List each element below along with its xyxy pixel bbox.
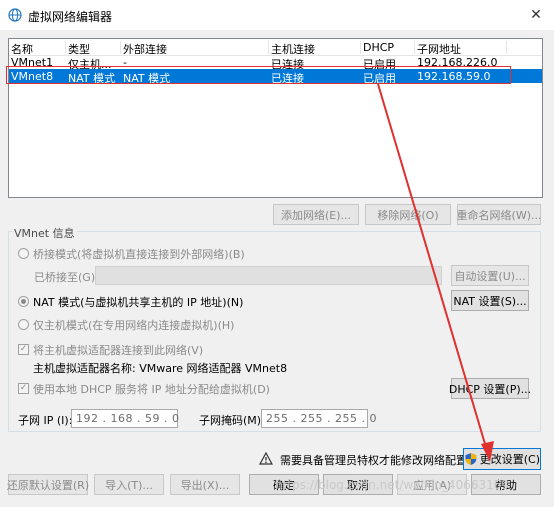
- remove-network-button[interactable]: 移除网络(O): [365, 204, 451, 225]
- auto-settings-button[interactable]: 自动设置(U)...: [451, 265, 529, 286]
- export-button[interactable]: 导出(X)...: [170, 474, 240, 495]
- warning-icon: [259, 452, 273, 465]
- nat-radio[interactable]: [18, 296, 29, 307]
- subnet-ip-label: 子网 IP (I):: [18, 414, 73, 427]
- dhcp-settings-button[interactable]: DHCP 设置(P)...: [449, 378, 531, 399]
- admin-notice-text: 需要具备管理员特权才能修改网络配置。: [280, 454, 478, 467]
- window-title: 虚拟网络编辑器: [28, 10, 113, 24]
- close-icon: ✕: [530, 7, 542, 23]
- column-header-name[interactable]: 名称: [9, 41, 66, 54]
- close-button[interactable]: ✕: [518, 0, 554, 30]
- network-list[interactable]: 名称 类型 外部连接 主机连接 DHCP 子网地址 VMnet1 仅主机... …: [8, 38, 543, 198]
- column-header-subnet[interactable]: 子网地址: [415, 41, 507, 54]
- list-header: 名称 类型 外部连接 主机连接 DHCP 子网地址: [9, 39, 542, 56]
- adapter-name-text: 主机虚拟适配器名称: VMware 网络适配器 VMnet8: [33, 362, 288, 375]
- column-header-external[interactable]: 外部连接: [121, 41, 269, 54]
- connect-adapter-label: 将主机虚拟适配器连接到此网络(V): [33, 344, 204, 357]
- vmnet-info-label: VMnet 信息: [12, 225, 77, 241]
- change-settings-label: 更改设置(C): [479, 453, 540, 466]
- column-header-type[interactable]: 类型: [66, 41, 121, 54]
- watermark-text: https://blog.csdn.net/weixin_40663163: [275, 478, 510, 492]
- import-button[interactable]: 导入(T)...: [94, 474, 164, 495]
- annotation-highlight-box: [6, 66, 511, 84]
- dhcp-checkbox[interactable]: ✓: [18, 383, 29, 394]
- change-settings-button[interactable]: 更改设置(C): [463, 448, 541, 470]
- network-globe-icon: [8, 8, 22, 22]
- subnet-ip-input[interactable]: 192 . 168 . 59 . 0: [71, 409, 179, 428]
- add-network-button[interactable]: 添加网络(E)...: [273, 204, 359, 225]
- bridged-to-label: 已桥接至(G):: [34, 271, 99, 284]
- restore-defaults-button[interactable]: 还原默认设置(R): [7, 474, 89, 495]
- subnet-mask-label: 子网掩码(M):: [199, 414, 265, 427]
- column-header-dhcp[interactable]: DHCP: [361, 41, 415, 54]
- subnet-mask-input[interactable]: 255 . 255 . 255 . 0: [261, 409, 376, 428]
- connect-adapter-checkbox[interactable]: ✓: [18, 344, 29, 355]
- bridged-radio[interactable]: [18, 248, 29, 259]
- hostonly-label: 仅主机模式(在专用网络内连接虚拟机)(H): [33, 319, 235, 332]
- bridged-to-select[interactable]: [95, 266, 442, 285]
- nat-label: NAT 模式(与虚拟机共享主机的 IP 地址)(N): [33, 296, 244, 309]
- column-header-host[interactable]: 主机连接: [269, 41, 361, 54]
- bridged-label: 桥接模式(将虚拟机直接连接到外部网络)(B): [33, 248, 245, 261]
- uac-shield-icon: [465, 453, 477, 465]
- nat-settings-button[interactable]: NAT 设置(S)...: [451, 290, 529, 311]
- hostonly-radio[interactable]: [18, 319, 29, 330]
- dhcp-label: 使用本地 DHCP 服务将 IP 地址分配给虚拟机(D): [33, 383, 270, 396]
- rename-network-button[interactable]: 重命名网络(W)...: [457, 204, 541, 225]
